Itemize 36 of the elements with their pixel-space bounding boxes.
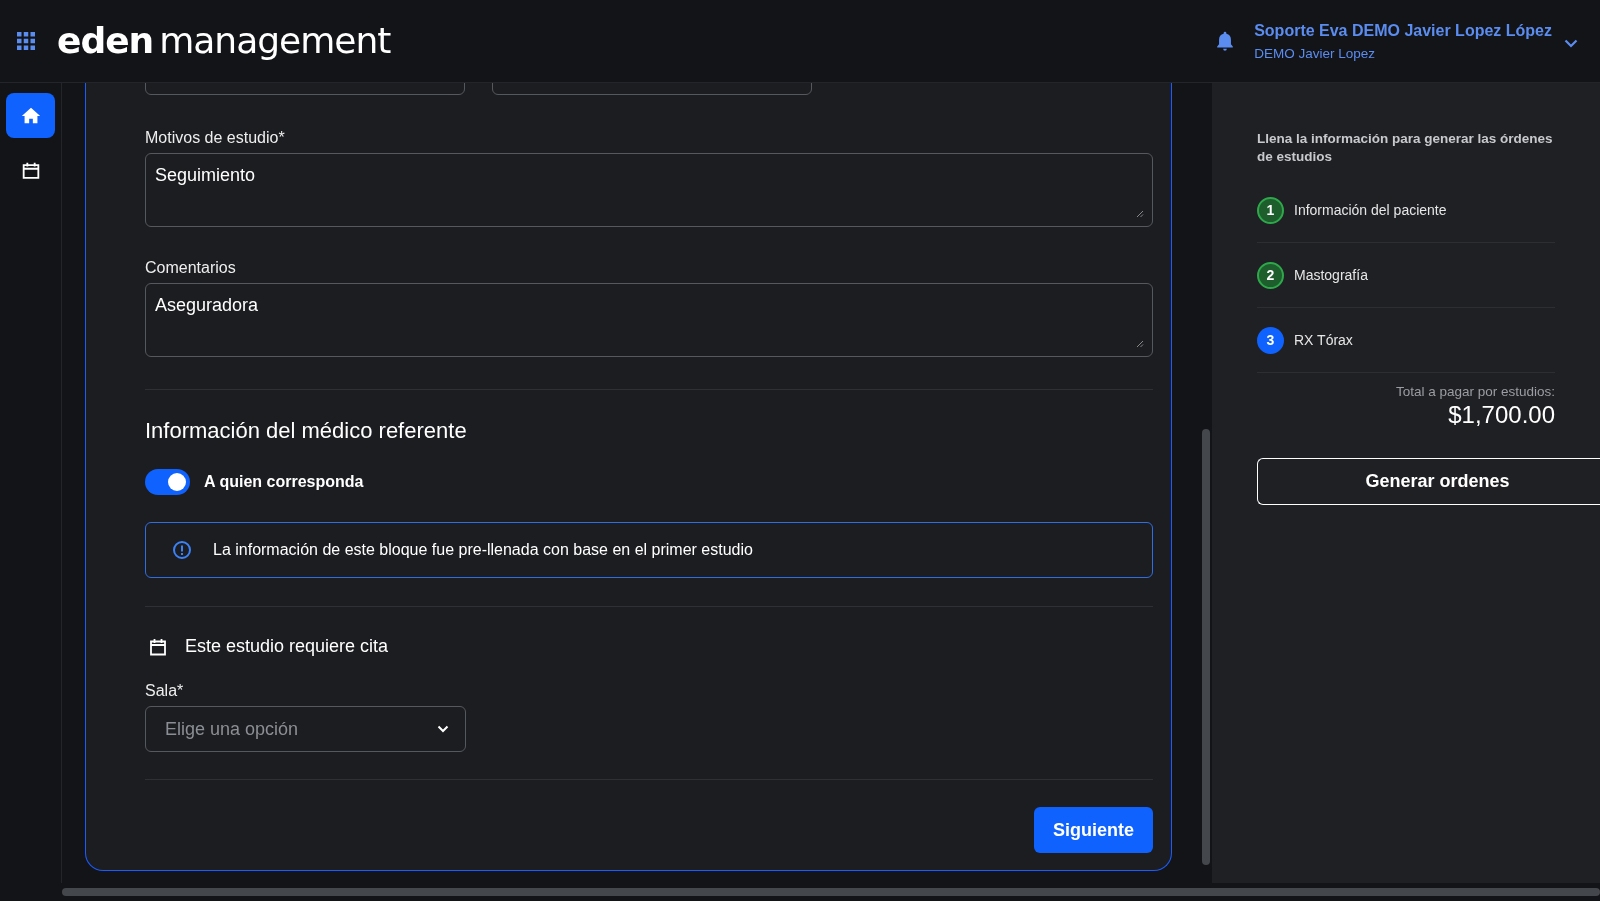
user-subtitle: DEMO Javier Lopez: [1254, 45, 1376, 61]
scrollbar-thumb[interactable]: [1202, 429, 1210, 865]
calendar-icon: [148, 636, 168, 657]
section-title: Información del médico referente: [145, 418, 468, 444]
user-name[interactable]: Soporte Eva DEMO Javier Lopez López: [1254, 21, 1552, 40]
info-icon: [172, 540, 192, 560]
apps-grid-icon[interactable]: [17, 32, 35, 50]
nav-home-button[interactable]: [6, 93, 55, 138]
step-number: 2: [1257, 261, 1284, 289]
step-label[interactable]: Información del paciente: [1294, 202, 1447, 218]
field-label: Comentarios: [145, 259, 237, 277]
summary-intro: Llena la información para generar las órdenes de estudios: [1257, 130, 1554, 166]
generate-orders-button[interactable]: Generar ordenes: [1257, 458, 1600, 505]
field-label: Motivos de estudio*: [145, 129, 286, 147]
select-field[interactable]: Elige una opción: [145, 706, 466, 752]
toggle-switch[interactable]: [145, 469, 190, 495]
section-subtitle: Este estudio requiere cita: [185, 636, 389, 657]
step-number: 1: [1257, 196, 1284, 224]
total-amount: $1,700.00: [1447, 401, 1555, 429]
chevron-down-icon: [437, 725, 449, 733]
next-button[interactable]: Siguiente: [1034, 807, 1153, 853]
toggle-label: A quien corresponda: [204, 473, 364, 491]
resize-handle-icon[interactable]: [1136, 340, 1144, 348]
resize-handle-icon[interactable]: [1136, 210, 1144, 218]
notice-text: La información de este bloque fue pre-llenada con base en el primer estudio: [213, 541, 753, 559]
step-label[interactable]: Mastografía: [1294, 267, 1368, 283]
text-area[interactable]: Aseguradora: [145, 283, 1153, 357]
logo-text: management: [159, 21, 391, 61]
chevron-down-icon[interactable]: [1564, 38, 1578, 48]
step-label[interactable]: RX Tórax: [1294, 332, 1353, 348]
scrollbar-thumb[interactable]: [62, 888, 1600, 896]
field-label: Sala*: [145, 682, 185, 700]
total-label: Total a pagar por estudios:: [1394, 384, 1555, 399]
step-number: 3: [1257, 326, 1284, 354]
logo-text: eden: [57, 21, 154, 61]
text-area[interactable]: Seguimiento: [145, 153, 1153, 227]
